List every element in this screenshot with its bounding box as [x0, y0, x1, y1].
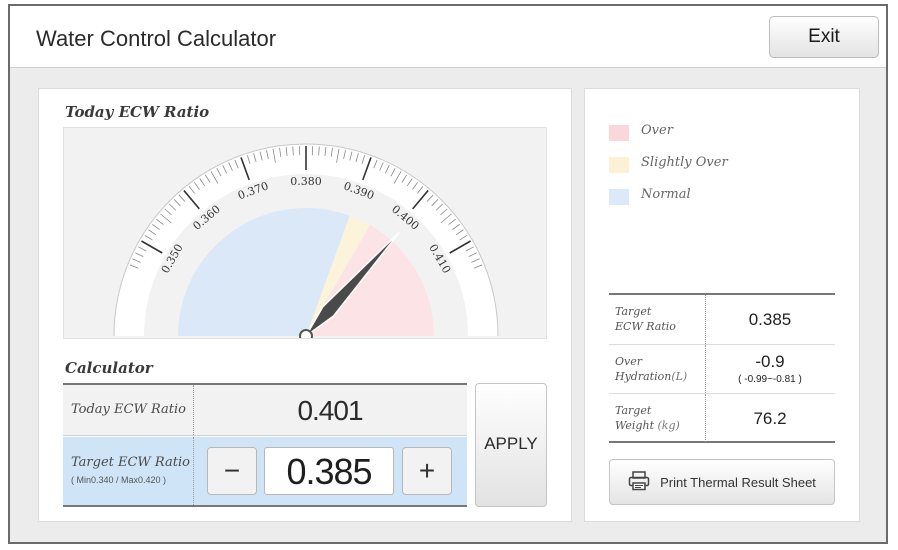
- target-ecw-result-label-line1: Target: [615, 305, 652, 318]
- target-ecw-result-label-line2: ECW Ratio: [615, 320, 676, 333]
- today-ecw-value: 0.401: [297, 395, 363, 426]
- gauge-svg: 0.3500.3600.370 0.380 0.3900.4000.410: [113, 143, 499, 338]
- increment-button[interactable]: +: [402, 447, 452, 495]
- target-ecw-result-value: 0.385: [748, 310, 792, 329]
- legend-label-normal: Normal: [641, 187, 691, 202]
- apply-button[interactable]: APPLY: [475, 383, 547, 507]
- target-weight-label-line2: Weight: [615, 419, 654, 432]
- decrement-button[interactable]: −: [207, 447, 257, 495]
- today-ecw-label: Today ECW Ratio: [71, 402, 187, 417]
- legend-label-over: Over: [641, 123, 673, 138]
- gauge-needle-hub: [299, 329, 313, 338]
- target-weight-unit: (kg): [657, 419, 680, 432]
- over-hydration-row: Over Hydration(L) -0.9 ( -0.99~-0.81 ): [609, 344, 835, 393]
- printer-icon: [628, 470, 650, 494]
- print-thermal-label: Print Thermal Result Sheet: [660, 474, 816, 490]
- gauge-tick-label: 0.380: [290, 175, 322, 188]
- target-weight-row: Target Weight (kg) 76.2: [609, 393, 835, 442]
- target-ecw-result-label: Target ECW Ratio: [615, 304, 676, 334]
- today-ecw-row: Today ECW Ratio 0.401: [63, 385, 467, 436]
- over-hydration-value: -0.9: [755, 352, 785, 371]
- app-title: Water Control Calculator: [36, 26, 277, 51]
- target-weight-value: 76.2: [753, 409, 787, 428]
- print-thermal-button[interactable]: Print Thermal Result Sheet: [609, 459, 835, 505]
- exit-button[interactable]: Exit: [769, 16, 879, 58]
- legend-swatch-over: [609, 125, 629, 141]
- gauge-title: Today ECW Ratio: [65, 103, 210, 121]
- legend-swatch-normal: [609, 189, 629, 205]
- gauge-calculator-panel: Today ECW Ratio 0.350 0.360 0.370 0.380 0.39…: [38, 88, 572, 522]
- calculator-title: Calculator: [65, 359, 153, 377]
- target-range-note: ( Min0.340 / Max0.420 ): [71, 475, 167, 485]
- over-hydration-label-line2: Hydration: [615, 370, 672, 383]
- target-weight-label-line1: Target: [615, 404, 652, 417]
- result-panel: Over Slightly Over Normal Target ECW Rat…: [584, 88, 860, 522]
- target-ecw-label: Target ECW Ratio: [71, 455, 190, 470]
- over-hydration-label-line1: Over: [615, 355, 643, 368]
- target-weight-label: Target Weight (kg): [615, 403, 680, 433]
- over-hydration-label: Over Hydration(L): [615, 354, 687, 384]
- title-bar: Water Control Calculator Exit: [10, 6, 886, 68]
- row-divider: [193, 437, 194, 505]
- target-ecw-result-row: Target ECW Ratio 0.385: [609, 295, 835, 344]
- target-ecw-input[interactable]: 0.385: [264, 447, 394, 495]
- legend-label-slightly-over: Slightly Over: [641, 155, 728, 170]
- app-window: Water Control Calculator Exit Today ECW …: [8, 4, 888, 544]
- result-table: Target ECW Ratio 0.385 Over Hydration(L)…: [609, 293, 835, 443]
- ecw-gauge: 0.350 0.360 0.370 0.380 0.390 0.400 0.410: [63, 127, 547, 339]
- calculator-table: Today ECW Ratio 0.401 Target ECW Ratio (…: [63, 383, 467, 507]
- legend-swatch-slightly-over: [609, 157, 629, 173]
- over-hydration-range: ( -0.99~-0.81 ): [738, 374, 802, 385]
- target-ecw-row: Target ECW Ratio ( Min0.340 / Max0.420 )…: [63, 437, 467, 505]
- over-hydration-unit: (L): [671, 370, 688, 383]
